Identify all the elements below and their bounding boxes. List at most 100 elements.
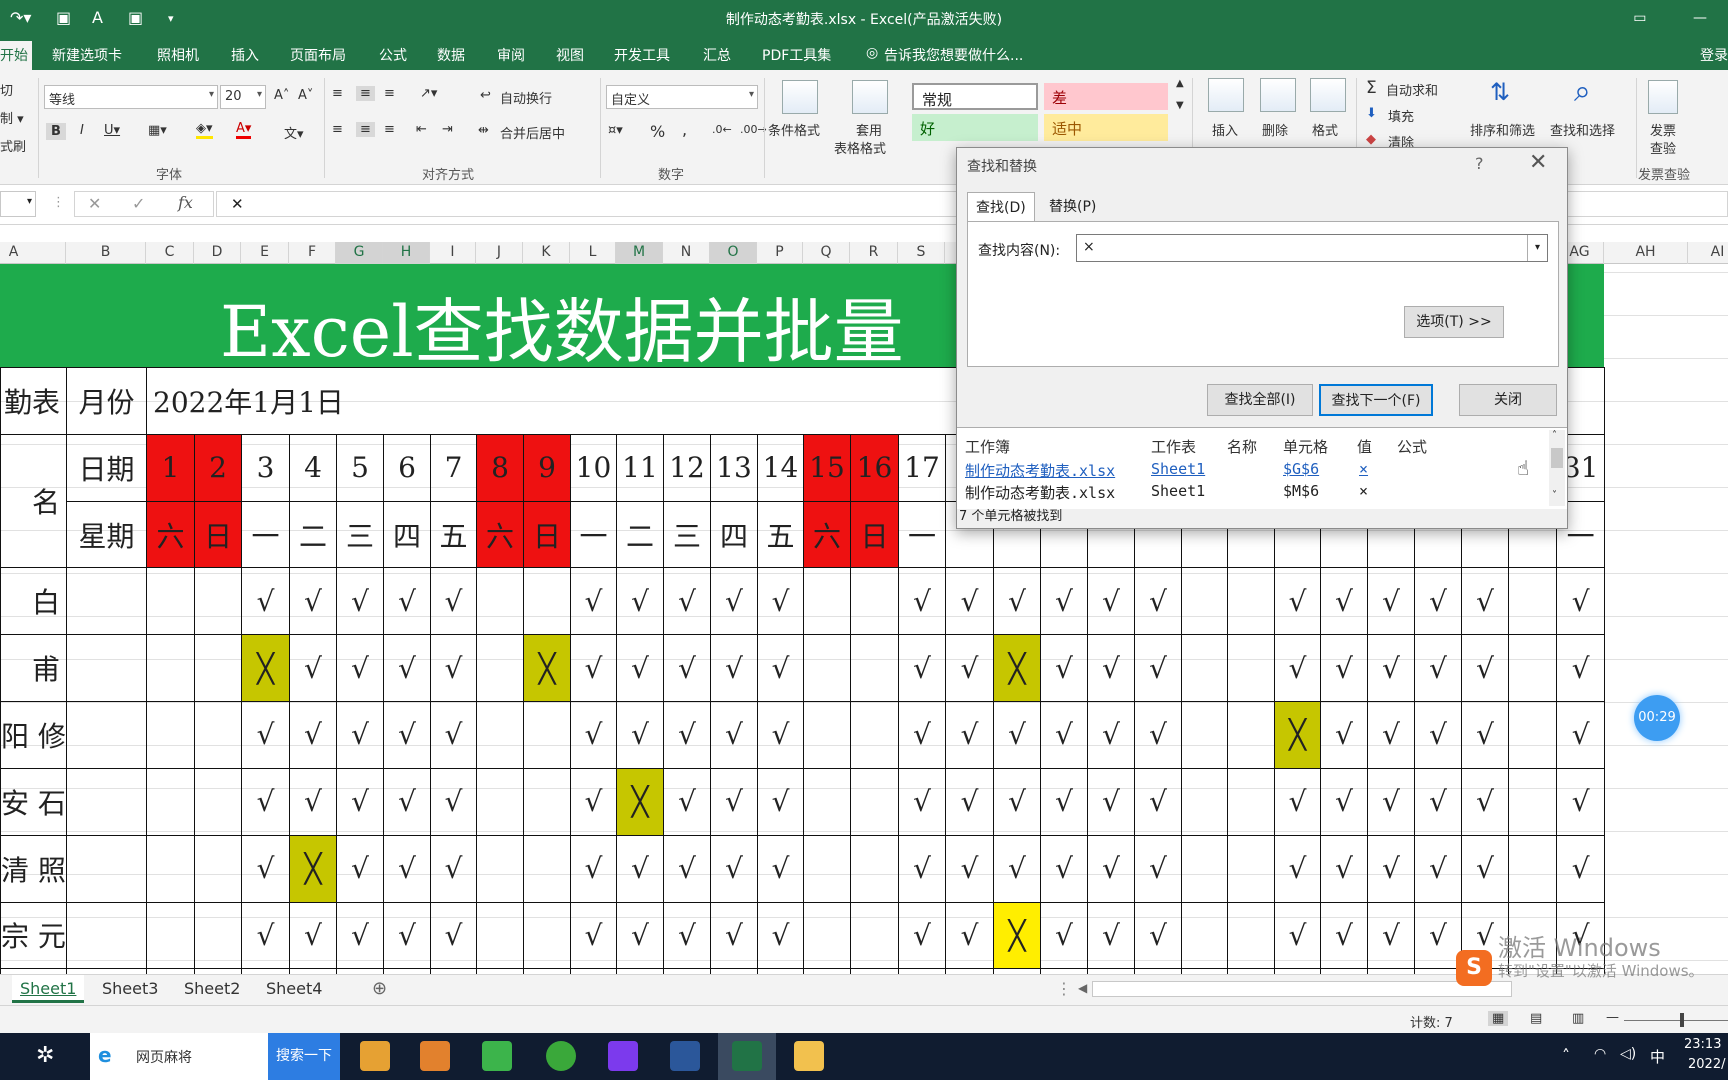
present-mark[interactable]: √ [1040,767,1088,836]
present-mark[interactable]: √ [993,567,1041,636]
present-mark[interactable]: √ [1367,701,1415,769]
wrap-text-button[interactable]: 自动换行 [500,88,552,107]
weekday-cell[interactable]: 六 [476,500,524,569]
empty-cell[interactable] [194,901,242,970]
empty-cell[interactable] [803,567,851,636]
italic-icon[interactable]: I [80,123,84,138]
shrink-font-icon[interactable]: A˅ [298,88,313,103]
increase-indent-icon[interactable]: ⇥ [442,122,453,137]
present-mark[interactable]: √ [993,834,1041,903]
empty-cell[interactable] [850,634,899,703]
empty-cell[interactable] [850,701,899,769]
present-mark[interactable]: √ [663,834,711,903]
present-mark[interactable]: √ [757,834,804,903]
column-header[interactable]: H [383,242,430,264]
present-mark[interactable]: √ [430,901,477,970]
conditional-format-icon[interactable] [782,80,818,114]
empty-cell[interactable] [803,834,851,903]
comma-icon[interactable]: , [682,120,687,139]
style-normal[interactable]: 常规 [912,83,1038,110]
employee-name[interactable]: 甫 [0,634,67,703]
empty-cell[interactable] [1508,834,1557,903]
empty-cell[interactable] [1227,634,1275,703]
date-cell[interactable]: 2 [194,433,242,502]
empty-cell[interactable] [523,834,571,903]
empty-cell[interactable] [476,901,524,970]
empty-cell[interactable] [1181,834,1228,903]
present-mark[interactable]: √ [383,834,431,903]
font-name-select[interactable]: 等线 [44,85,218,109]
present-mark[interactable]: √ [430,634,477,703]
name-header[interactable]: 名 [0,433,67,569]
weekday-cell[interactable]: 三 [663,500,711,569]
volume-icon[interactable]: ◁) [1620,1046,1636,1062]
weekday-cell[interactable]: 一 [898,500,946,569]
ime-indicator[interactable]: 中 [1650,1046,1665,1067]
empty-cell[interactable] [523,701,571,769]
weekday-cell[interactable]: 日 [194,500,242,569]
underline-icon[interactable]: U▾ [104,123,120,138]
close-button[interactable]: 关闭 [1459,384,1557,416]
tab-camera[interactable]: 照相机 [157,45,199,65]
empty-cell[interactable] [66,634,147,703]
empty-cell[interactable] [194,567,242,636]
present-mark[interactable]: √ [1414,767,1462,836]
present-mark[interactable]: √ [1040,701,1088,769]
col-sheet[interactable]: 工作表 [1151,436,1196,457]
present-mark[interactable]: √ [570,701,617,769]
column-header[interactable]: E [241,242,289,264]
sort-filter-icon[interactable]: ⇅ [1490,78,1510,106]
find-next-button[interactable]: 查找下一个(F) [1319,384,1433,416]
empty-cell[interactable] [1508,701,1557,769]
absent-mark[interactable]: ╳ [993,901,1041,970]
present-mark[interactable]: √ [1040,834,1088,903]
empty-cell[interactable] [1508,567,1557,636]
weekday-cell[interactable]: 五 [430,500,477,569]
present-mark[interactable]: √ [570,767,617,836]
horizontal-scrollbar[interactable] [1092,981,1512,997]
present-mark[interactable]: √ [1087,701,1135,769]
minimize-button[interactable]: — [1672,0,1728,37]
present-mark[interactable]: √ [710,901,758,970]
present-mark[interactable]: √ [663,567,711,636]
excel-taskbar-item[interactable] [718,1033,776,1080]
present-mark[interactable]: √ [945,901,994,970]
font-color-icon[interactable]: A▾ [236,121,252,139]
present-mark[interactable]: √ [1134,701,1182,769]
date-cell[interactable]: 16 [850,433,899,502]
present-mark[interactable]: √ [663,701,711,769]
currency-icon[interactable]: ¤▾ [608,123,623,138]
present-mark[interactable]: √ [1134,634,1182,703]
empty-cell[interactable] [146,767,195,836]
paint-icon[interactable] [608,1041,638,1071]
present-mark[interactable]: √ [1040,901,1088,970]
help-icon[interactable]: ? [1475,154,1484,173]
column-header[interactable]: M [616,242,663,264]
sheet-tab-1[interactable]: Sheet1 [12,975,85,1003]
present-mark[interactable]: √ [241,767,290,836]
border-icon[interactable]: ▦▾ [148,123,167,138]
column-header[interactable]: S [898,242,945,264]
styles-scroll-down-icon[interactable]: ▼ [1176,100,1184,111]
clock-time[interactable]: 23:13 [1684,1037,1721,1052]
invoice-label-1[interactable]: 发票 [1650,120,1676,139]
present-mark[interactable]: √ [945,834,994,903]
table-format-button[interactable]: 表格格式 [834,138,886,157]
present-mark[interactable]: √ [1367,834,1415,903]
table-format-icon[interactable] [852,80,888,114]
empty-cell[interactable] [476,567,524,636]
find-history-dropdown-icon[interactable]: ▾ [1527,235,1547,261]
present-mark[interactable]: √ [616,901,664,970]
align-center-icon[interactable]: ≡ [356,122,375,137]
present-mark[interactable]: √ [1414,901,1462,970]
column-header[interactable]: O [710,242,757,264]
present-mark[interactable]: √ [1320,634,1368,703]
col-name[interactable]: 名称 [1227,436,1257,457]
column-header[interactable]: B [66,242,146,264]
login-link[interactable]: 登录 [1700,45,1728,65]
find-select-button[interactable]: 查找和选择 [1550,120,1615,139]
present-mark[interactable]: √ [1320,567,1368,636]
close-icon[interactable]: ✕ [1529,150,1547,175]
word-icon[interactable] [670,1041,700,1071]
merge-icon[interactable]: ⇹ [478,123,489,138]
